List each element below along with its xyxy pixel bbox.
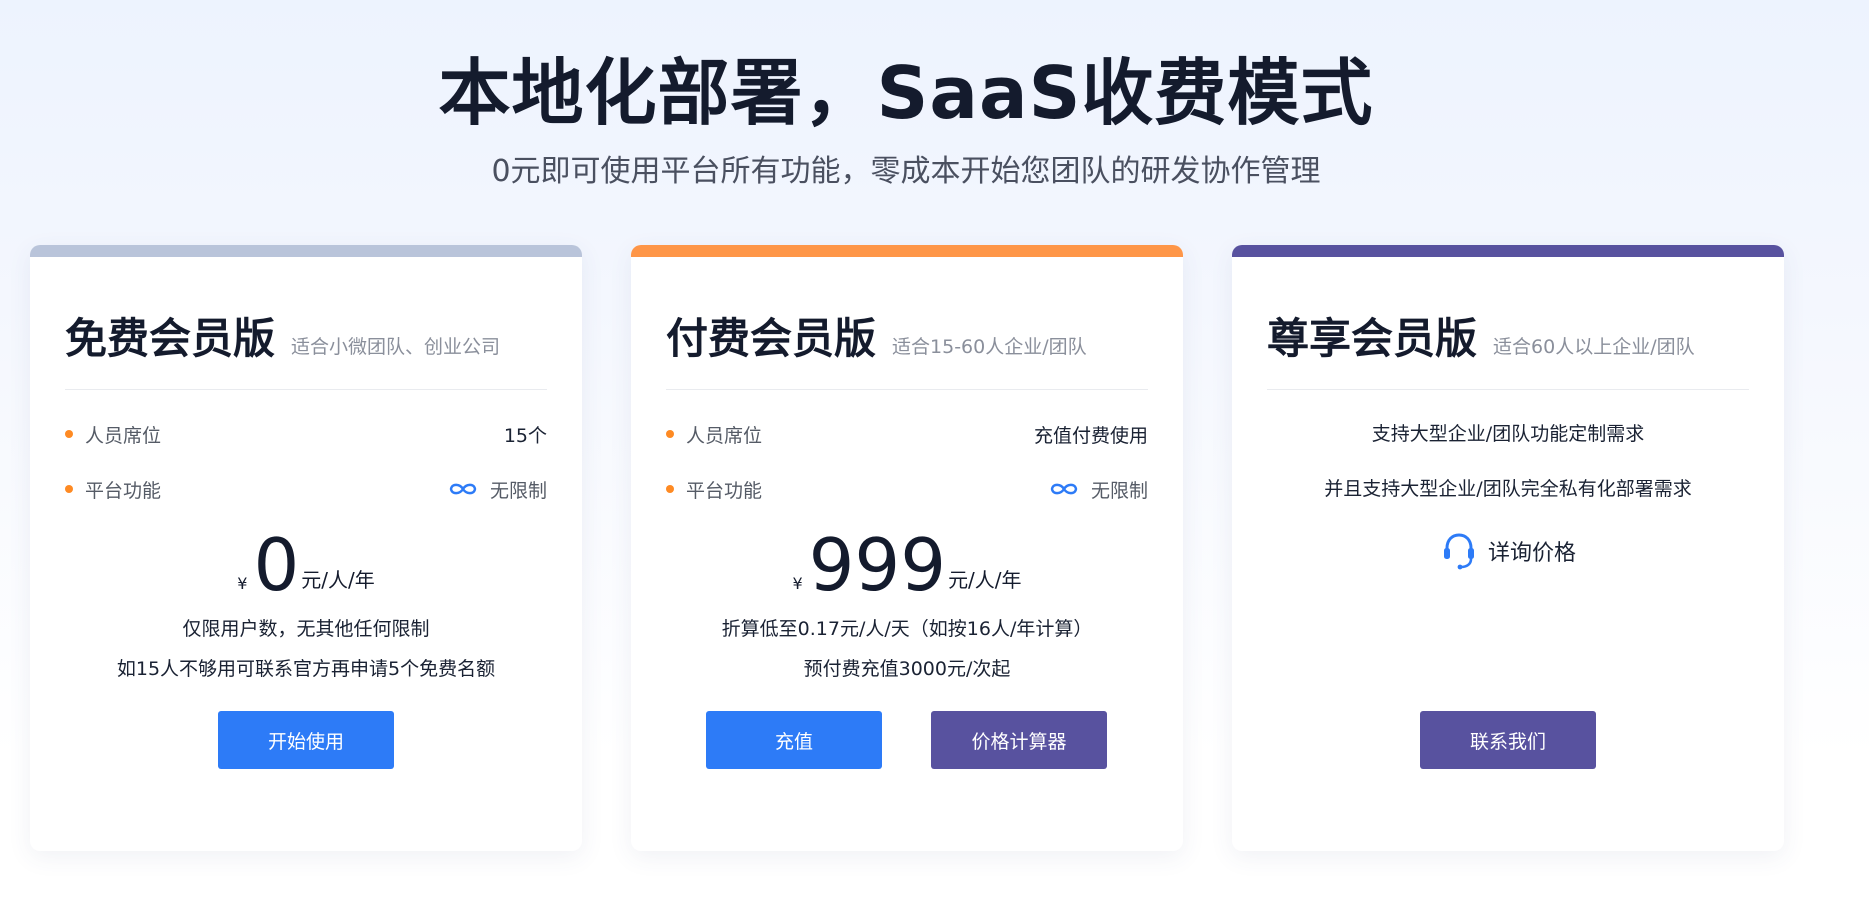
bullet-dot-icon bbox=[65, 485, 73, 493]
card-top-bar bbox=[30, 245, 582, 257]
feature-row-platform: 平台功能 无限制 bbox=[65, 474, 547, 504]
plan-description: 适合15-60人企业/团队 bbox=[892, 336, 1087, 358]
card-top-bar bbox=[631, 245, 1183, 257]
feature-value-wrap: 无限制 bbox=[1049, 476, 1148, 503]
card-header: 尊享会员版 适合60人以上企业/团队 bbox=[1267, 305, 1695, 363]
inquiry-label: 详询价格 bbox=[1487, 541, 1576, 566]
price-amount: 0 bbox=[253, 523, 300, 607]
bullet-dot-icon bbox=[65, 430, 73, 438]
feature-label-wrap: 人员席位 bbox=[666, 421, 762, 448]
divider bbox=[65, 389, 547, 390]
plan-note: 如15人不够用可联系官方再申请5个免费名额 bbox=[116, 658, 496, 680]
price-inquiry[interactable]: 详询价格 bbox=[1232, 529, 1784, 573]
recharge-button[interactable]: 充值 bbox=[706, 711, 882, 769]
plan-name: 免费会员版 bbox=[65, 314, 276, 363]
plan-note: 折算低至0.17元/人/天（如按16人/年计算） bbox=[721, 618, 1093, 640]
feature-label: 平台功能 bbox=[686, 479, 763, 502]
feature-value: 无限制 bbox=[489, 479, 547, 502]
plan-description: 适合60人以上企业/团队 bbox=[1493, 336, 1695, 358]
divider bbox=[666, 389, 1148, 390]
feature-label-wrap: 人员席位 bbox=[65, 421, 161, 448]
feature-value: 15个 bbox=[503, 424, 547, 447]
plan-note: 仅限用户数，无其他任何限制 bbox=[182, 618, 430, 640]
bullet-dot-icon bbox=[666, 430, 674, 438]
feature-value-wrap: 无限制 bbox=[448, 476, 547, 503]
plan-name: 尊享会员版 bbox=[1267, 314, 1478, 363]
feature-label: 人员席位 bbox=[85, 424, 162, 447]
contact-us-button[interactable]: 联系我们 bbox=[1420, 711, 1596, 769]
price-calculator-button[interactable]: 价格计算器 bbox=[931, 711, 1107, 769]
card-header: 付费会员版 适合15-60人企业/团队 bbox=[666, 305, 1087, 363]
feature-label-wrap: 平台功能 bbox=[666, 476, 762, 503]
plan-name: 付费会员版 bbox=[666, 314, 877, 363]
card-header: 免费会员版 适合小微团队、创业公司 bbox=[65, 305, 501, 363]
price-unit: 元/人/年 bbox=[301, 568, 375, 592]
hero-title: 本地化部署，SaaS收费模式 bbox=[438, 51, 1374, 135]
plan-note: 预付费充值3000元/次起 bbox=[803, 658, 1011, 680]
price-unit: 元/人/年 bbox=[948, 568, 1022, 592]
infinity-icon bbox=[449, 483, 477, 495]
price: ¥ 0 元/人/年 bbox=[30, 527, 582, 603]
divider bbox=[1267, 389, 1749, 390]
feature-value: 充值付费使用 bbox=[1033, 424, 1148, 447]
feature-label: 人员席位 bbox=[686, 424, 763, 447]
currency-symbol: ¥ bbox=[792, 574, 803, 593]
feature-label: 平台功能 bbox=[85, 479, 162, 502]
feature-value: 无限制 bbox=[1090, 479, 1148, 502]
feature-row-seats: 人员席位 充值付费使用 bbox=[666, 419, 1148, 449]
plan-card-paid: 付费会员版 适合15-60人企业/团队 人员席位 充值付费使用 平台功能 无限制… bbox=[631, 245, 1183, 851]
hero-subtitle: 0元即可使用平台所有功能，零成本开始您团队的研发协作管理 bbox=[491, 154, 1321, 189]
card-top-bar bbox=[1232, 245, 1784, 257]
headset-icon bbox=[1443, 533, 1474, 570]
price: ¥ 999 元/人/年 bbox=[631, 527, 1183, 603]
premium-feature-line: 支持大型企业/团队功能定制需求 bbox=[1371, 423, 1645, 445]
feature-row-seats: 人员席位 15个 bbox=[65, 419, 547, 449]
infinity-icon bbox=[1050, 483, 1078, 495]
feature-row-platform: 平台功能 无限制 bbox=[666, 474, 1148, 504]
premium-feature-line: 并且支持大型企业/团队完全私有化部署需求 bbox=[1324, 478, 1692, 500]
plan-description: 适合小微团队、创业公司 bbox=[291, 336, 501, 358]
price-amount: 999 bbox=[808, 523, 947, 607]
plan-card-free: 免费会员版 适合小微团队、创业公司 人员席位 15个 平台功能 无限制 ¥ 0 … bbox=[30, 245, 582, 851]
plan-card-premium: 尊享会员版 适合60人以上企业/团队 支持大型企业/团队功能定制需求 并且支持大… bbox=[1232, 245, 1784, 851]
currency-symbol: ¥ bbox=[237, 574, 248, 593]
bullet-dot-icon bbox=[666, 485, 674, 493]
feature-label-wrap: 平台功能 bbox=[65, 476, 161, 503]
start-using-button[interactable]: 开始使用 bbox=[218, 711, 394, 769]
